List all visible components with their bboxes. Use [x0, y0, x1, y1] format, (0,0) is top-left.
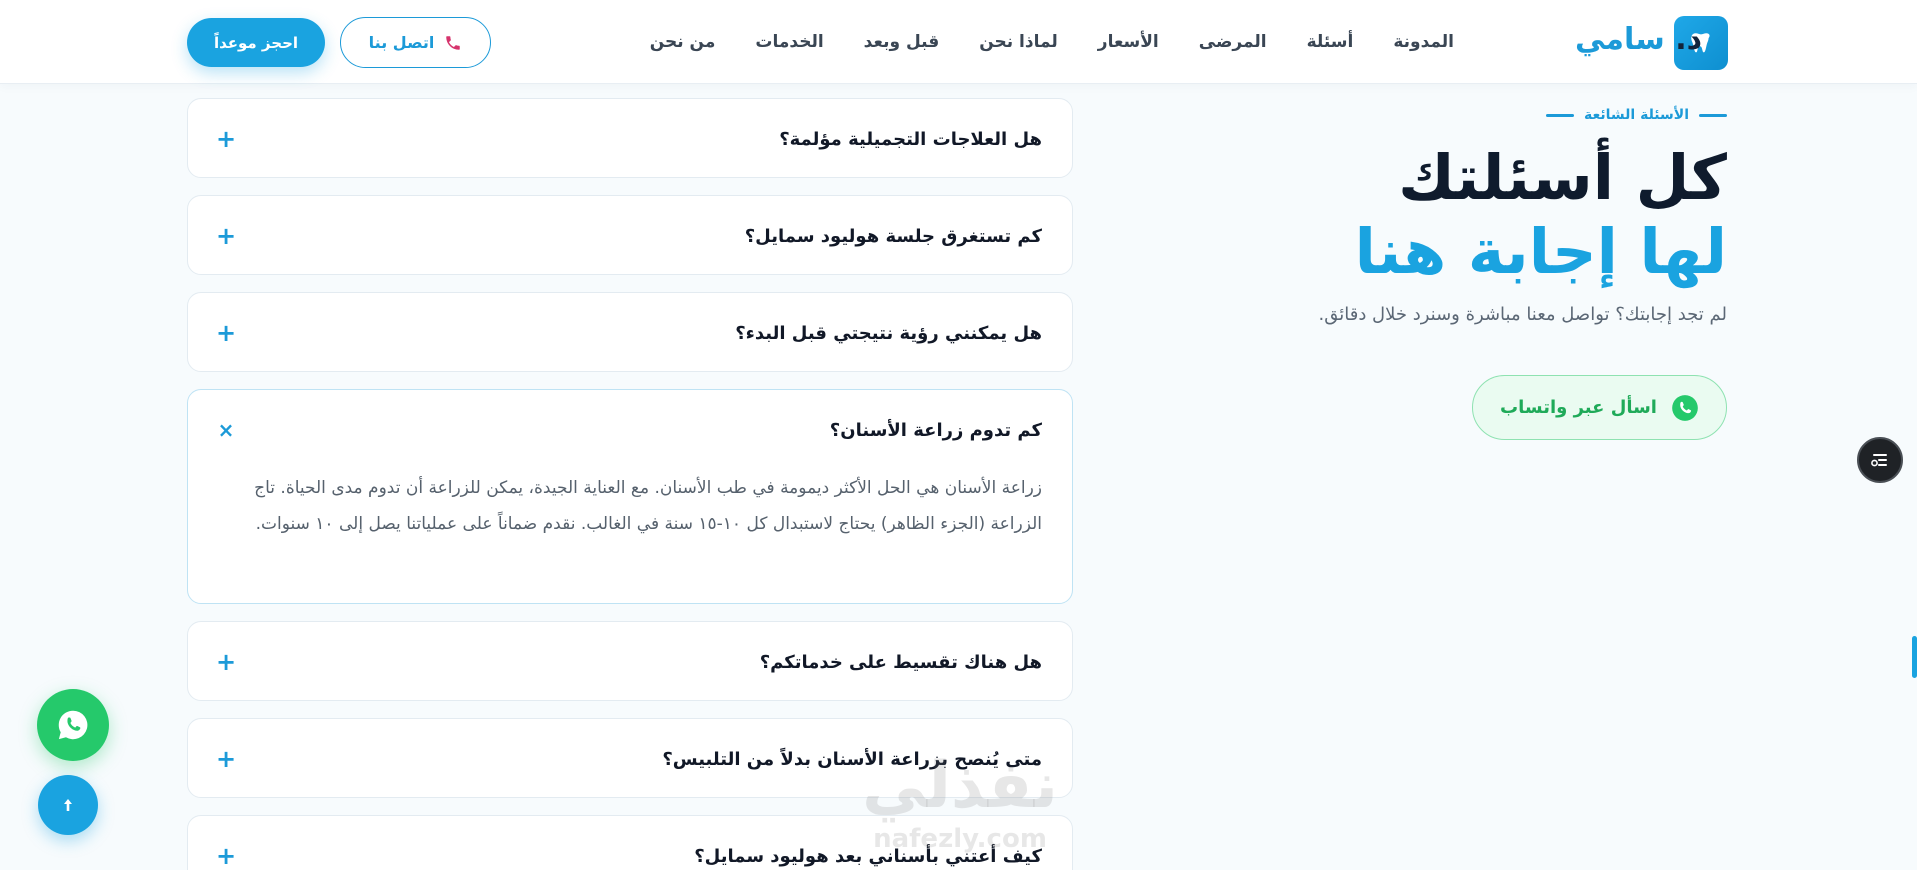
plus-icon[interactable]: + [214, 99, 238, 179]
section-heading-line2: لها إجابة هنا [1354, 215, 1727, 288]
nav-item-why-us[interactable]: لماذا نحن [979, 32, 1058, 52]
faq-question: كيف أعتني بأسناني بعد هوليود سمايل؟ [694, 845, 1042, 867]
faq-item[interactable]: كيف أعتني بأسناني بعد هوليود سمايل؟ + [187, 815, 1073, 870]
nav-item-blog[interactable]: المدونة [1393, 32, 1454, 52]
plus-icon[interactable]: + [214, 196, 238, 276]
faq-question: هل العلاجات التجميلية مؤلمة؟ [779, 128, 1042, 150]
faq-item[interactable]: كم تستغرق جلسة هوليود سمايل؟ + [187, 195, 1073, 275]
faq-question: هل يمكنني رؤية نتيجتي قبل البدء؟ [735, 322, 1042, 344]
nav-item-faq[interactable]: أسئلة [1307, 32, 1354, 52]
contact-button[interactable]: اتصل بنا [340, 17, 491, 68]
back-to-top-button[interactable] [38, 775, 98, 835]
phone-icon [446, 35, 461, 50]
brand-title: سامي [1575, 22, 1665, 57]
faq-question: كم تستغرق جلسة هوليود سمايل؟ [744, 225, 1042, 247]
plus-icon[interactable]: + [214, 622, 238, 702]
faq-question: متى يُنصح بزراعة الأسنان بدلاً من التلبي… [662, 748, 1042, 770]
faq-question: كم تدوم زراعة الأسنان؟ [829, 419, 1042, 441]
faq-answer: زراعة الأسنان هي الحل الأكثر ديمومة في ط… [254, 478, 1042, 534]
eyebrow-line-left [1546, 113, 1574, 117]
nav-item-patients[interactable]: المرضى [1199, 32, 1267, 52]
nav-item-before-after[interactable]: قبل وبعد [864, 32, 940, 52]
plus-icon[interactable]: + [214, 293, 238, 373]
nav-item-prices[interactable]: الأسعار [1098, 32, 1159, 52]
ask-whatsapp-label: اسأل عبر واتساب [1500, 397, 1657, 418]
faq-question: هل هناك تقسيط على خدماتكم؟ [759, 651, 1042, 673]
faq-item[interactable]: هل يمكنني رؤية نتيجتي قبل البدء؟ + [187, 292, 1073, 372]
faq-item[interactable]: هل هناك تقسيط على خدماتكم؟ + [187, 621, 1073, 701]
plus-icon[interactable]: + [214, 719, 238, 799]
accessibility-icon [1871, 454, 1887, 467]
site-header: د. سامي من نحن الخدمات قبل وبعد لماذا نح… [0, 0, 1917, 84]
section-lead: لم تجد إجابتك؟ تواصل معنا مباشرة وسنرد خ… [1318, 304, 1727, 325]
eyebrow-line-right [1699, 113, 1727, 117]
main-nav: من نحن الخدمات قبل وبعد لماذا نحن الأسعا… [650, 0, 1454, 84]
brand-name[interactable]: د. سامي [1575, 22, 1702, 57]
nav-item-about[interactable]: من نحن [650, 32, 716, 52]
section-heading-line1: كل أسئلتك [1398, 141, 1727, 214]
contact-button-label: اتصل بنا [368, 33, 435, 52]
page-scrollbar-thumb[interactable] [1912, 636, 1917, 678]
floating-whatsapp-button[interactable] [37, 689, 109, 761]
brand-prefix: د. [1675, 22, 1702, 57]
section-eyebrow: الأسئلة الشائعة [1546, 104, 1727, 126]
whatsapp-icon [1672, 394, 1698, 421]
whatsapp-icon [58, 710, 88, 740]
plus-icon[interactable]: + [214, 816, 238, 870]
book-appointment-button[interactable]: احجز موعداً [187, 18, 325, 67]
close-icon[interactable]: × [214, 390, 238, 470]
eyebrow-text: الأسئلة الشائعة [1584, 107, 1689, 123]
arrow-up-icon [64, 799, 72, 811]
book-button-label: احجز موعداً [213, 33, 299, 52]
faq-item[interactable]: هل العلاجات التجميلية مؤلمة؟ + [187, 98, 1073, 178]
ask-whatsapp-button[interactable]: اسأل عبر واتساب [1472, 375, 1727, 440]
nav-item-services[interactable]: الخدمات [755, 32, 823, 52]
accessibility-widget-button[interactable] [1857, 437, 1903, 483]
faq-item-expanded[interactable]: كم تدوم زراعة الأسنان؟ × زراعة الأسنان ه… [187, 389, 1073, 604]
faq-item[interactable]: متى يُنصح بزراعة الأسنان بدلاً من التلبي… [187, 718, 1073, 798]
